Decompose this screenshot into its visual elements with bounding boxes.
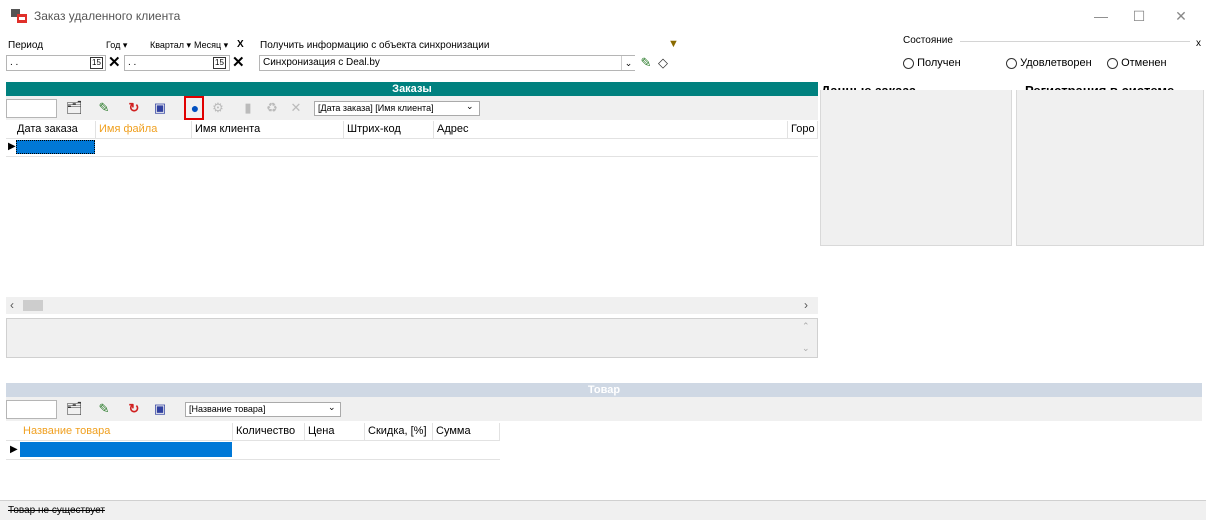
column-header[interactable]: Имя файла xyxy=(96,121,192,138)
globe-icon[interactable]: ● xyxy=(187,100,203,116)
minimize-button[interactable]: — xyxy=(1086,6,1116,26)
refresh-icon[interactable]: ↻ xyxy=(126,401,142,417)
scroll-right-icon[interactable]: › xyxy=(804,298,808,312)
scroll-left-icon[interactable]: ‹ xyxy=(10,298,14,312)
clear-period-button[interactable]: X xyxy=(237,39,244,50)
column-header[interactable]: Скидка, [%] xyxy=(365,423,433,440)
order-note-field[interactable]: ⌃ ⌄ xyxy=(6,318,818,358)
month-dropdown[interactable]: Месяц ▾ xyxy=(194,40,228,51)
app-icon xyxy=(11,9,27,23)
export-icon[interactable]: ▣ xyxy=(152,401,168,417)
column-header[interactable]: Адрес xyxy=(434,121,788,138)
goods-search-input[interactable] xyxy=(6,400,57,419)
clear-date-to-icon[interactable]: ✕ xyxy=(232,55,245,70)
order-data-panel xyxy=(820,90,1012,246)
registration-panel xyxy=(1016,90,1204,246)
sync-label: Получить информацию с объекта синхрониза… xyxy=(260,40,490,51)
column-header[interactable]: Цена xyxy=(305,423,365,440)
edit-icon[interactable]: ✎ xyxy=(96,401,112,417)
radio-received[interactable]: Получен xyxy=(903,57,961,69)
document-icon: ▮ xyxy=(244,100,252,115)
goods-title-bar: Товар xyxy=(6,383,1202,397)
column-header[interactable]: Штрих-код xyxy=(344,121,434,138)
find-icon[interactable]: 🗂 xyxy=(66,401,83,417)
filter-icon[interactable]: ▼ xyxy=(668,38,679,50)
sync-select[interactable]: Синхронизация с Deal.by xyxy=(259,55,635,71)
column-header[interactable]: Сумма xyxy=(433,423,500,440)
radio-cancelled-label: Отменен xyxy=(1121,57,1167,69)
radio-button-icon[interactable] xyxy=(1006,57,1017,69)
column-header[interactable]: Имя клиента xyxy=(192,121,344,138)
table-row[interactable]: ▶ xyxy=(6,441,500,460)
state-label: Состояние xyxy=(903,35,953,46)
table-row[interactable]: ▶ xyxy=(6,139,818,157)
orders-grid-header: Дата заказа Имя файла Имя клиента Штрих-… xyxy=(6,121,818,139)
state-close-button[interactable]: x xyxy=(1196,38,1201,49)
radio-satisfied[interactable]: Удовлетворен xyxy=(1006,57,1092,69)
radio-button-icon[interactable] xyxy=(1107,57,1118,69)
goods-grid-header: Название товара Количество Цена Скидка, … xyxy=(6,423,500,441)
radio-cancelled[interactable]: Отменен xyxy=(1107,57,1167,69)
recycle-icon: ♻ xyxy=(266,100,278,115)
selected-cell[interactable] xyxy=(16,140,95,154)
scrollbar-thumb[interactable] xyxy=(23,300,43,311)
maximize-button[interactable]: ☐ xyxy=(1124,6,1154,26)
download-orders-button[interactable]: ● xyxy=(184,96,204,120)
orders-grid[interactable]: Дата заказа Имя файла Имя клиента Штрих-… xyxy=(6,121,818,291)
window-title: Заказ удаленного клиента xyxy=(34,9,181,23)
chevron-down-icon[interactable]: ⌄ xyxy=(466,101,474,112)
quarter-dropdown[interactable]: Квартал ▾ xyxy=(150,40,191,51)
delete-icon: ✕ xyxy=(290,100,302,115)
find-icon[interactable]: 🗂 xyxy=(66,100,83,116)
chevron-down-icon[interactable]: ⌄ xyxy=(328,402,336,413)
goods-grid[interactable]: Название товара Количество Цена Скидка, … xyxy=(6,423,506,463)
selected-cell[interactable] xyxy=(20,442,232,457)
calendar-icon[interactable]: 15 xyxy=(213,57,226,69)
status-bar: Товар не существует xyxy=(0,500,1206,520)
column-header[interactable]: Дата заказа xyxy=(14,121,96,138)
column-header[interactable]: Название товара xyxy=(20,423,233,440)
orders-title-bar: Заказы xyxy=(6,82,818,96)
edit-icon[interactable]: ✎ xyxy=(96,100,112,116)
year-dropdown[interactable]: Год ▾ xyxy=(106,40,127,51)
column-header[interactable]: Количество xyxy=(233,423,305,440)
radio-button-icon[interactable] xyxy=(903,57,914,69)
radio-received-label: Получен xyxy=(917,57,961,69)
scroll-down-icon[interactable]: ⌄ xyxy=(802,343,810,354)
refresh-icon[interactable]: ↻ xyxy=(126,100,142,116)
sync-object-icon[interactable]: ✎ xyxy=(638,55,654,71)
eraser-icon[interactable]: ◇ xyxy=(655,55,671,71)
row-pointer-icon: ▶ xyxy=(10,444,18,455)
row-pointer-icon: ▶ xyxy=(8,141,16,152)
clear-date-from-icon[interactable]: ✕ xyxy=(108,55,121,70)
period-label: Период xyxy=(8,40,44,51)
close-window-button[interactable]: ✕ xyxy=(1166,6,1196,26)
column-header[interactable]: Горо xyxy=(788,121,818,138)
status-text: Товар не существует xyxy=(8,505,105,516)
orders-search-input[interactable] xyxy=(6,99,57,118)
radio-satisfied-label: Удовлетворен xyxy=(1020,57,1092,69)
orders-sort-combo[interactable]: [Дата заказа] [Имя клиента] xyxy=(314,101,480,116)
goods-sort-combo[interactable]: [Название товара] xyxy=(185,402,341,417)
chevron-down-icon[interactable]: ⌄ xyxy=(621,56,635,70)
calendar-icon[interactable]: 15 xyxy=(90,57,103,69)
scroll-up-icon[interactable]: ⌃ xyxy=(802,321,810,332)
link-icon: ⚙ xyxy=(212,100,224,115)
export-icon[interactable]: ▣ xyxy=(152,100,168,116)
orders-hscrollbar[interactable]: ‹ › xyxy=(6,297,818,314)
state-separator xyxy=(960,41,1190,42)
title-bar: Заказ удаленного клиента — ☐ ✕ xyxy=(0,0,1206,32)
